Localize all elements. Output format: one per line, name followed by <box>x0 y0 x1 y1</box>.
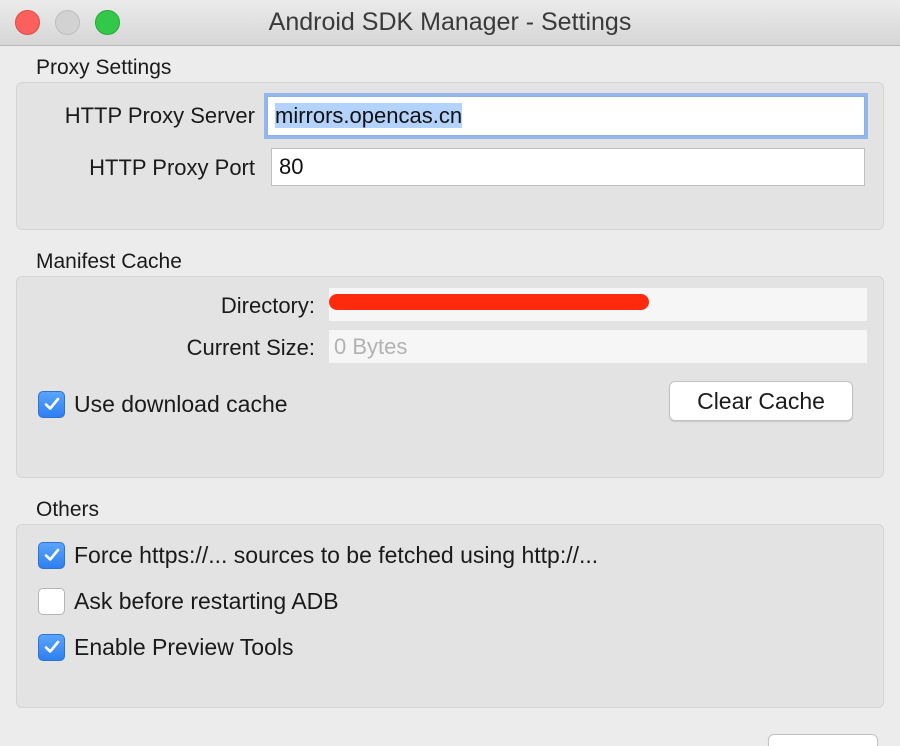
current-size-value-field: 0 Bytes <box>329 330 867 363</box>
manifest-cache-group: Directory: Current Size: 0 Bytes Use dow… <box>16 276 884 478</box>
force-http-label: Force https://... sources to be fetched … <box>74 541 599 568</box>
use-download-cache-checkbox[interactable] <box>38 390 65 418</box>
window-title: Android SDK Manager - Settings <box>268 8 632 36</box>
checkmark-icon <box>44 640 59 653</box>
proxy-settings-group: HTTP Proxy Server mirrors.opencas.cn HTT… <box>16 82 884 230</box>
checkmark-icon <box>44 548 59 561</box>
redaction-mark <box>329 294 649 310</box>
current-size-value: 0 Bytes <box>334 334 408 359</box>
use-download-cache-row[interactable]: Use download cache <box>38 390 288 418</box>
enable-preview-tools-row[interactable]: Enable Preview Tools <box>38 633 293 661</box>
force-http-row[interactable]: Force https://... sources to be fetched … <box>38 541 598 569</box>
directory-value-field <box>329 288 867 321</box>
enable-preview-tools-label: Enable Preview Tools <box>74 633 294 660</box>
use-download-cache-label: Use download cache <box>74 390 288 417</box>
proxy-settings-heading: Proxy Settings <box>36 56 172 79</box>
http-proxy-server-input[interactable]: mirrors.opencas.cn <box>267 96 865 136</box>
http-proxy-server-value: mirrors.opencas.cn <box>275 103 463 128</box>
manifest-cache-heading: Manifest Cache <box>36 250 182 273</box>
http-proxy-server-label: HTTP Proxy Server <box>64 103 255 128</box>
http-proxy-port-label: HTTP Proxy Port <box>89 155 255 180</box>
ask-before-restarting-adb-row[interactable]: Ask before restarting ADB <box>38 587 339 615</box>
ask-before-restarting-adb-label: Ask before restarting ADB <box>74 587 339 614</box>
current-size-label: Current Size: <box>186 335 315 360</box>
http-proxy-port-input[interactable]: 80 <box>271 148 865 186</box>
http-proxy-port-value: 80 <box>279 154 304 179</box>
title-bar[interactable]: Android SDK Manager - Settings <box>0 0 900 46</box>
force-http-checkbox[interactable] <box>38 541 65 569</box>
others-group: Force https://... sources to be fetched … <box>16 524 884 708</box>
ask-before-restarting-adb-checkbox[interactable] <box>38 587 65 615</box>
settings-window: Android SDK Manager - Settings Proxy Set… <box>0 0 900 746</box>
enable-preview-tools-checkbox[interactable] <box>38 633 65 661</box>
checkmark-icon <box>44 397 59 410</box>
close-button-partial[interactable] <box>768 734 878 746</box>
clear-cache-button[interactable]: Clear Cache <box>669 381 853 421</box>
directory-label: Directory: <box>220 293 315 318</box>
others-heading: Others <box>36 498 100 521</box>
